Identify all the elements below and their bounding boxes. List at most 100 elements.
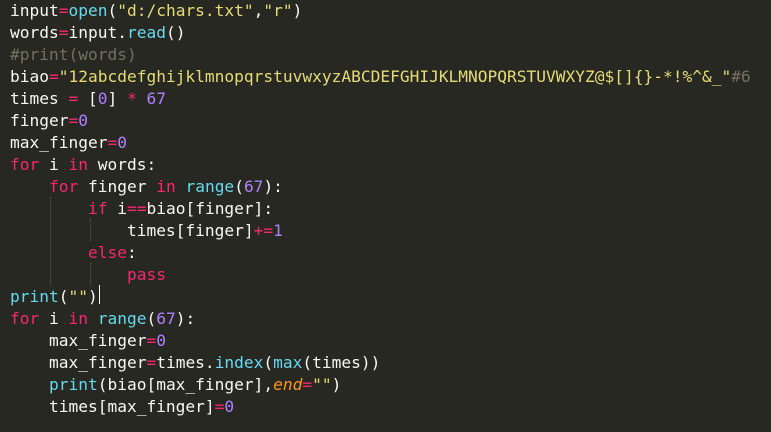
code-token: ): [263,177,283,196]
code-token: "d:/chars.txt" [117,1,254,20]
code-token: * [126,89,137,108]
code-token: print [48,375,98,394]
code-token: : [126,243,137,262]
code-token: "" [68,287,88,306]
code-line[interactable]: max_finger=0 [10,330,166,352]
code-line[interactable]: biao="12abcdefghijklmnopqrstuvwxyzABCDEF… [10,66,751,88]
code-token: #6 [731,67,751,86]
code-token: = [48,67,59,86]
code-line[interactable]: max_finger=times.index(max(times)) [10,352,380,374]
code-token: = [146,331,157,350]
code-token: . [117,23,127,42]
code-token: 67 [243,177,264,196]
code-token: = [68,111,79,130]
code-token: pass [126,265,166,284]
code-token: ( [263,353,274,372]
code-token: range [97,309,147,328]
code-token: ( [234,177,244,196]
code-token: max_finger [10,133,108,152]
code-token: = [68,89,79,108]
code-token: ): [175,309,196,328]
indent-guide [90,219,91,241]
code-editor[interactable]: input=open("d:/chars.txt","r") words=inpu… [0,0,771,432]
code-token: i [39,309,69,328]
code-token: times [10,89,69,108]
code-token: in [156,177,176,196]
code-token: i [39,155,69,174]
code-token: times[max_finger] [48,397,215,416]
code-token: finger [10,111,69,130]
code-token: i [107,199,127,218]
code-token: 67 [146,89,166,108]
code-token: biao [10,67,49,86]
code-token: if [87,199,108,218]
code-token: end [273,375,303,394]
code-token: 0 [156,331,166,350]
code-line[interactable]: print(biao[max_finger],end="") [10,374,341,396]
code-token: [ [78,89,98,108]
text-cursor [99,285,100,304]
code-line[interactable]: times[max_finger]=0 [10,396,234,418]
code-token: ) [292,1,303,20]
code-line[interactable]: for i in words: [10,154,156,176]
indent-guide [90,263,91,285]
code-token: 0 [117,133,127,152]
code-line[interactable]: else: [10,242,137,264]
code-token: #print(words) [10,45,137,64]
code-line[interactable]: finger=0 [10,110,88,132]
code-token: for [48,177,79,196]
code-line[interactable]: for finger in range(67): [10,176,283,198]
code-token: ) [87,287,98,306]
code-token: else [87,243,127,262]
code-token: words [10,23,59,42]
code-token: = [214,397,225,416]
code-token: input [68,23,118,42]
code-line[interactable]: pass [10,264,166,286]
code-token: (biao[max_finger], [97,375,274,394]
code-line[interactable]: input=open("d:/chars.txt","r") [10,0,302,22]
code-token: range [185,177,235,196]
code-token: words: [88,155,157,174]
code-token: = [302,375,313,394]
indent-guide [50,197,51,285]
code-token: = [146,353,157,372]
code-token: index [214,353,264,372]
code-token: times. [156,353,215,372]
code-line[interactable]: for i in range(67): [10,308,195,330]
code-token: ( [107,1,118,20]
code-token: ) [331,375,342,394]
code-line[interactable]: times = [0] * 67 [10,88,166,110]
code-token: 0 [78,111,88,130]
code-token: == [126,199,147,218]
code-token: = [107,133,118,152]
code-token: "" [312,375,332,394]
code-token: finger [78,177,157,196]
code-token: ( [146,309,157,328]
code-token: for [10,309,40,328]
code-line[interactable]: #print(words) [10,44,137,66]
code-token: for [10,155,40,174]
code-token: in [68,309,89,328]
code-token: 0 [224,397,235,416]
code-token: biao[finger]: [146,199,274,218]
code-line[interactable]: words=input.read() [10,22,185,44]
code-line[interactable]: print("") [10,286,98,308]
code-token: max_finger [48,353,147,372]
code-token: += [253,221,274,240]
code-token: ] [107,89,127,108]
code-token: max_finger [48,331,147,350]
code-line[interactable]: max_finger=0 [10,132,127,154]
code-token: times[finger] [126,221,254,240]
code-token: , [253,1,264,20]
